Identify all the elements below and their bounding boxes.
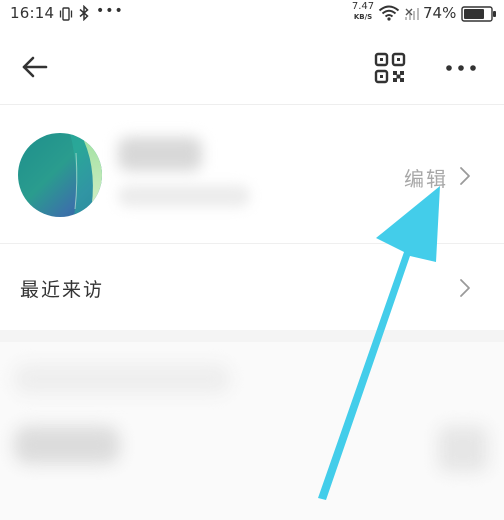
blurred-text-redacted — [14, 426, 120, 464]
profile-name-redacted — [118, 137, 202, 171]
vibrate-icon — [58, 6, 74, 25]
battery-icon — [461, 6, 497, 26]
back-arrow-icon — [22, 56, 48, 78]
blurred-text-redacted — [14, 364, 230, 394]
signal-icon — [404, 6, 420, 25]
battery-percent: 74% — [423, 4, 457, 22]
more-icon — [446, 65, 476, 71]
status-bar: 16:14 ••• 7.47 KB/S 74% — [0, 0, 504, 28]
section-separator — [0, 330, 504, 342]
blurred-content — [0, 342, 504, 520]
wifi-icon — [378, 5, 400, 25]
profile-subtitle-redacted — [118, 185, 250, 207]
qr-code-icon — [374, 52, 406, 84]
network-speed-value: 7.47 — [351, 1, 375, 12]
profile-row[interactable]: 编辑 — [0, 105, 504, 243]
status-time: 16:14 — [10, 4, 55, 22]
recent-visitors-row[interactable]: 最近来访 — [0, 244, 504, 330]
network-speed: 7.47 KB/S — [350, 2, 376, 22]
top-bar — [0, 30, 504, 104]
network-speed-unit: KB/S — [353, 13, 373, 21]
bluetooth-icon — [78, 4, 90, 25]
more-options-button[interactable] — [444, 56, 478, 80]
blurred-thumbnail-redacted — [438, 426, 488, 472]
status-overflow-dots: ••• — [96, 3, 124, 19]
qr-code-button[interactable] — [374, 52, 406, 84]
back-button[interactable] — [18, 50, 52, 84]
recent-visitors-label: 最近来访 — [20, 279, 105, 301]
avatar[interactable] — [18, 133, 102, 217]
edit-profile-link[interactable]: 编辑 — [404, 163, 448, 192]
chevron-right-icon — [458, 277, 472, 303]
chevron-right-icon — [458, 165, 472, 191]
